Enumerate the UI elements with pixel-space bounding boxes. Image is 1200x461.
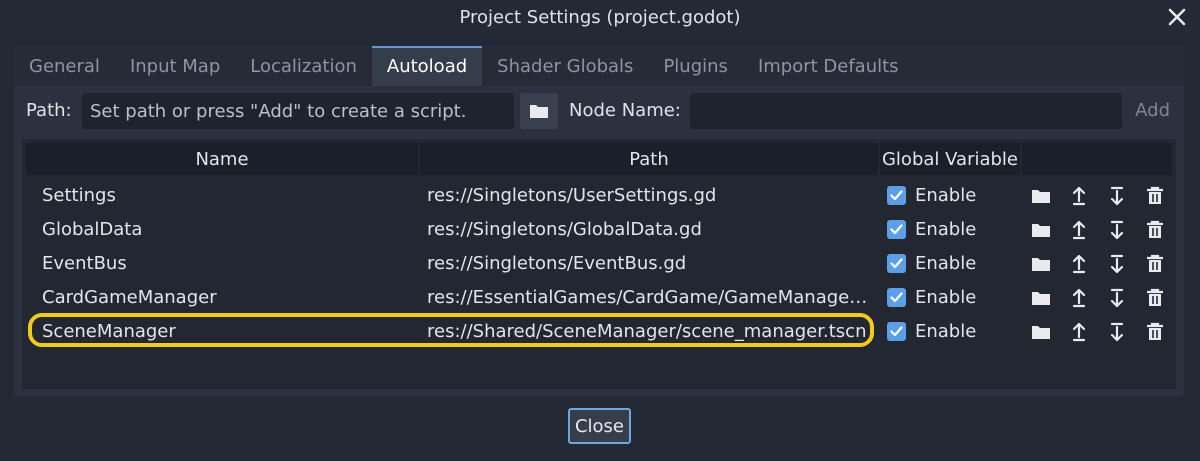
node-name-label: Node Name: (569, 100, 681, 121)
node-name-input[interactable] (690, 93, 1122, 129)
move-up-icon[interactable] (1068, 287, 1090, 309)
tab-bar: General Input Map Localization Autoload … (14, 46, 1184, 86)
move-up-icon[interactable] (1068, 219, 1090, 241)
autoload-path[interactable]: res://Singletons/UserSettings.gd (427, 185, 873, 206)
path-row: Path: Set path or press "Add" to create … (14, 92, 1184, 130)
autoload-path[interactable]: res://Shared/SceneManager/scene_manager.… (427, 321, 873, 342)
folder-icon[interactable] (1030, 253, 1052, 275)
tab-input-map[interactable]: Input Map (115, 46, 235, 86)
autoload-table: Name Path Global Variable Settings res://… (22, 139, 1176, 389)
table-row[interactable]: CardGameManager res://EssentialGames/Card… (22, 281, 1176, 315)
autoload-name[interactable]: CardGameManager (42, 287, 217, 308)
checkmark-icon (890, 292, 903, 303)
tab-general[interactable]: General (14, 46, 115, 86)
trash-icon[interactable] (1144, 219, 1166, 241)
header-path[interactable]: Path (420, 143, 878, 175)
folder-icon[interactable] (1030, 185, 1052, 207)
enable-label: Enable (915, 253, 977, 274)
move-down-icon[interactable] (1106, 321, 1128, 343)
move-up-icon[interactable] (1068, 253, 1090, 275)
path-label: Path: (26, 100, 72, 121)
checkmark-icon (890, 258, 903, 269)
move-down-icon[interactable] (1106, 185, 1128, 207)
folder-icon[interactable] (1030, 321, 1052, 343)
checkmark-icon (890, 326, 903, 337)
path-input[interactable]: Set path or press "Add" to create a scri… (82, 93, 514, 129)
global-variable-checkbox[interactable] (887, 220, 906, 239)
tab-localization[interactable]: Localization (235, 46, 372, 86)
folder-icon (530, 105, 548, 118)
autoload-name[interactable]: GlobalData (42, 219, 142, 240)
close-icon[interactable] (1164, 4, 1190, 30)
global-variable-checkbox[interactable] (887, 322, 906, 341)
move-up-icon[interactable] (1068, 321, 1090, 343)
autoload-name[interactable]: EventBus (42, 253, 127, 274)
table-row[interactable]: GlobalData res://Singletons/GlobalData.gd… (22, 213, 1176, 247)
global-variable-checkbox[interactable] (887, 186, 906, 205)
autoload-path[interactable]: res://EssentialGames/CardGame/GameManage… (427, 287, 873, 308)
folder-icon[interactable] (1030, 219, 1052, 241)
enable-label: Enable (915, 321, 977, 342)
global-variable-checkbox[interactable] (887, 254, 906, 273)
table-row[interactable]: Settings res://Singletons/UserSettings.gd… (22, 179, 1176, 213)
autoload-name[interactable]: Settings (42, 185, 116, 206)
enable-label: Enable (915, 287, 977, 308)
tab-import-defaults[interactable]: Import Defaults (743, 46, 914, 86)
add-button[interactable]: Add (1135, 100, 1170, 121)
header-global-variable[interactable]: Global Variable (880, 143, 1020, 175)
move-up-icon[interactable] (1068, 185, 1090, 207)
header-name[interactable]: Name (26, 143, 418, 175)
trash-icon[interactable] (1144, 253, 1166, 275)
table-row[interactable]: EventBus res://Singletons/EventBus.gd Enab… (22, 247, 1176, 281)
close-button[interactable]: Close (568, 408, 631, 444)
tab-plugins[interactable]: Plugins (648, 46, 742, 86)
window-title: Project Settings (project.godot) (459, 6, 741, 28)
trash-icon[interactable] (1144, 321, 1166, 343)
checkmark-icon (890, 190, 903, 201)
checkmark-icon (890, 224, 903, 235)
title-bar: Project Settings (project.godot) (0, 0, 1200, 34)
folder-icon[interactable] (1030, 287, 1052, 309)
global-variable-checkbox[interactable] (887, 288, 906, 307)
move-down-icon[interactable] (1106, 219, 1128, 241)
autoload-path[interactable]: res://Singletons/GlobalData.gd (427, 219, 873, 240)
settings-panel: General Input Map Localization Autoload … (14, 46, 1184, 396)
table-row[interactable]: SceneManager res://Shared/SceneManager/sc… (22, 315, 1176, 349)
header-actions (1022, 143, 1172, 175)
trash-icon[interactable] (1144, 185, 1166, 207)
move-down-icon[interactable] (1106, 253, 1128, 275)
trash-icon[interactable] (1144, 287, 1166, 309)
move-down-icon[interactable] (1106, 287, 1128, 309)
enable-label: Enable (915, 185, 977, 206)
browse-button[interactable] (520, 93, 558, 129)
enable-label: Enable (915, 219, 977, 240)
autoload-path[interactable]: res://Singletons/EventBus.gd (427, 253, 873, 274)
tab-autoload[interactable]: Autoload (371, 46, 483, 86)
tab-shader-globals[interactable]: Shader Globals (482, 46, 648, 86)
autoload-name[interactable]: SceneManager (42, 321, 176, 342)
